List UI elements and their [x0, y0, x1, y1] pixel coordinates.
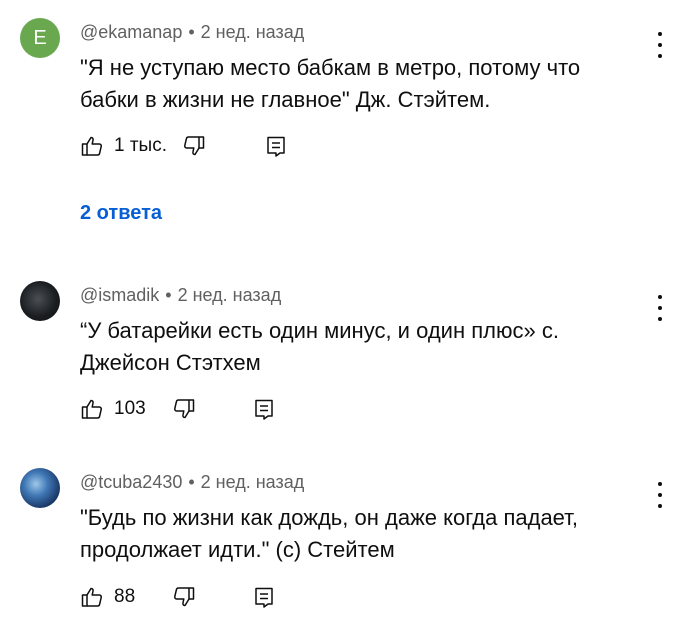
dislike-button[interactable]: [172, 583, 196, 611]
dislike-icon: [183, 136, 205, 156]
avatar[interactable]: E: [20, 18, 60, 58]
avatar[interactable]: [20, 468, 60, 508]
comment-meta: @ekamanap • 2 нед. назад: [80, 22, 304, 43]
comment-actions: 1 тыс.: [80, 132, 300, 160]
comment-time[interactable]: 2 нед. назад: [201, 22, 305, 42]
dislike-button[interactable]: [172, 395, 196, 423]
comment-text-line: Джейсон Стэтхем: [80, 350, 261, 375]
dislike-icon: [173, 399, 195, 419]
comment-text-line: "Я не уступаю место бабкам в метро, пото…: [80, 55, 581, 80]
comment-text-line: “У батарейки есть один минус, и один плю…: [80, 318, 559, 343]
reply-icon: [267, 136, 285, 157]
like-count: 103: [114, 398, 146, 419]
like-button[interactable]: 88: [80, 583, 135, 611]
replies-button[interactable]: 2 ответа: [80, 202, 162, 225]
like-count: 1 тыс.: [114, 135, 167, 156]
author-name[interactable]: @ismadik: [80, 285, 159, 305]
dislike-button[interactable]: [182, 132, 206, 160]
avatar-letter: E: [33, 26, 47, 49]
like-icon: [81, 587, 103, 607]
comment-time[interactable]: 2 нед. назад: [178, 285, 282, 305]
like-icon: [81, 136, 103, 156]
separator-dot: •: [188, 22, 195, 42]
more-vert-icon[interactable]: [652, 32, 668, 58]
reply-icon: [255, 587, 273, 608]
more-vert-icon[interactable]: [652, 295, 668, 321]
comment-text: “У батарейки есть один минус, и один плю…: [80, 315, 640, 379]
like-count: 88: [114, 586, 136, 607]
reply-icon: [255, 399, 273, 420]
separator-dot: •: [165, 285, 172, 305]
reply-button[interactable]: [252, 583, 276, 611]
comment-text-line: бабки в жизни не главное" Дж. Стэйтем.: [80, 87, 491, 112]
comment-meta: @tcuba2430 • 2 нед. назад: [80, 472, 304, 493]
comment-text: "Будь по жизни как дождь, он даже когда …: [80, 502, 640, 566]
reply-button[interactable]: [264, 132, 288, 160]
comment-text: "Я не уступаю место бабкам в метро, пото…: [80, 52, 640, 116]
comment-text-line: "Будь по жизни как дождь, он даже когда …: [80, 505, 578, 530]
more-vert-icon[interactable]: [652, 482, 668, 508]
comment-time[interactable]: 2 нед. назад: [201, 472, 305, 492]
comment-actions: 103: [80, 395, 300, 423]
dislike-icon: [173, 587, 195, 607]
like-button[interactable]: 1 тыс.: [80, 132, 167, 160]
comment-text-line: продолжает идти." (с) Стейтем: [80, 537, 395, 562]
reply-button[interactable]: [252, 395, 276, 423]
like-button[interactable]: 103: [80, 395, 146, 423]
comment-actions: 88: [80, 583, 300, 611]
author-name[interactable]: @tcuba2430: [80, 472, 182, 492]
avatar[interactable]: [20, 281, 60, 321]
like-icon: [81, 399, 103, 419]
separator-dot: •: [188, 472, 195, 492]
comment-meta: @ismadik • 2 нед. назад: [80, 285, 281, 306]
author-name[interactable]: @ekamanap: [80, 22, 182, 42]
